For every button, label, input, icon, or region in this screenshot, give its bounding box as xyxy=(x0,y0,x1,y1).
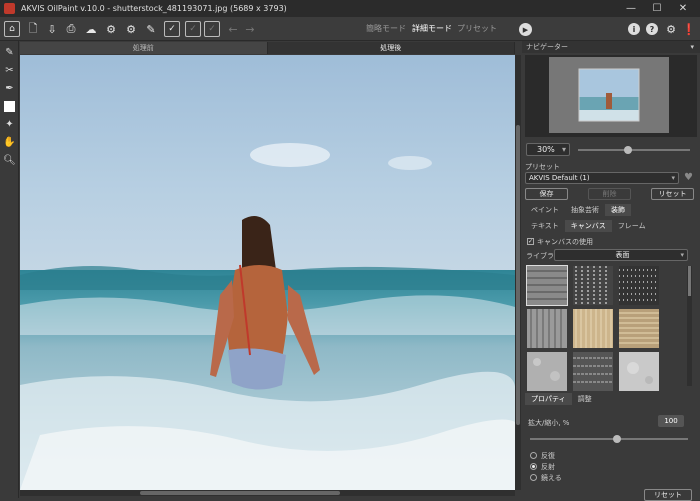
stroke-tool-icon[interactable]: ✂ xyxy=(2,63,17,78)
zoom-row: 30% ▾ xyxy=(526,143,696,157)
preset-select[interactable]: AKVIS Default (1) ▾ xyxy=(525,172,679,184)
main-toolbar: ⌂ 🗋 ⇩ ⎙ ☁ ⚙ ⚙ ✎ ✓ ✓ ✓ ← → 簡略モード 詳細モード プリ… xyxy=(0,17,700,41)
navigator-thumbnail xyxy=(549,57,669,133)
apply-check-disabled-icon[interactable]: ✓ xyxy=(204,21,220,37)
settings-canvas-icon[interactable]: ✓ xyxy=(164,21,180,37)
decoration-sub-tabs: テキスト キャンバス フレーム xyxy=(525,220,652,232)
navigator-title: ナビゲーター xyxy=(526,43,568,51)
batch-icon[interactable]: ⚙ xyxy=(103,21,119,37)
open-file-icon[interactable]: 🗋 xyxy=(25,21,41,37)
tab-text[interactable]: テキスト xyxy=(525,220,565,232)
scale-label: 拡大/縮小, % xyxy=(528,419,570,427)
tool-palette: ✎ ✂ ✒ ✦ ✋ 🔍︎ xyxy=(0,41,19,498)
presets-mode-tab[interactable]: プリセット xyxy=(457,23,497,34)
favorite-heart-icon[interactable]: ♥ xyxy=(684,172,693,183)
tab-adjust[interactable]: 調整 xyxy=(571,393,598,405)
texture-swatch[interactable] xyxy=(573,352,613,391)
view-tabs: 処理前 処理後 xyxy=(20,42,515,54)
print-icon[interactable]: ⎙ xyxy=(63,21,79,37)
radio-reflect[interactable] xyxy=(530,463,537,470)
radio-mirror[interactable] xyxy=(530,474,537,481)
tab-before[interactable]: 処理前 xyxy=(20,42,268,54)
texture-swatch[interactable] xyxy=(527,309,567,348)
library-select[interactable]: 表面 ▾ xyxy=(554,249,688,261)
help-icon[interactable]: ? xyxy=(646,23,658,35)
gear-icon[interactable]: ⚙ xyxy=(663,21,679,37)
notifications-icon[interactable]: ❗ xyxy=(681,21,697,37)
color-swatch[interactable] xyxy=(2,99,17,114)
delete-preset-button[interactable]: 削除 xyxy=(588,188,631,200)
use-canvas-checkbox[interactable]: ✓ xyxy=(527,238,534,245)
texture-scrollbar[interactable] xyxy=(687,266,692,386)
main-effect-tabs: ペイント 抽象芸術 装飾 xyxy=(525,204,631,216)
canvas-horizontal-scrollbar[interactable] xyxy=(20,490,515,496)
scale-slider-handle[interactable] xyxy=(612,435,621,443)
texture-swatch[interactable] xyxy=(573,309,613,348)
run-icon[interactable]: ▶ xyxy=(519,23,532,36)
texture-swatch[interactable] xyxy=(619,352,659,391)
texture-swatch[interactable] xyxy=(619,309,659,348)
reset-settings-button[interactable]: リセット xyxy=(644,489,692,501)
tab-canvas[interactable]: キャンバス xyxy=(564,220,612,232)
tab-frame[interactable]: フレーム xyxy=(611,220,652,232)
settings-panel: ナビゲーター ▾ 30% ▾ プリセット AKVIS Default (1) ▾ ♥… xyxy=(522,41,700,501)
apply-disabled-icon[interactable]: ✓ xyxy=(185,21,201,37)
app-logo-icon xyxy=(4,3,15,14)
eyedropper-tool-icon[interactable]: ✒ xyxy=(2,81,17,96)
express-mode-tab[interactable]: 簡略モード xyxy=(366,23,406,34)
redo-icon[interactable]: → xyxy=(242,21,258,37)
scale-slider-track[interactable] xyxy=(530,438,688,440)
texture-swatch[interactable] xyxy=(573,266,613,305)
tab-properties[interactable]: プロパティ xyxy=(525,393,572,405)
tab-after[interactable]: 処理後 xyxy=(267,42,515,54)
painted-photo xyxy=(20,55,515,490)
hand-tool-icon[interactable]: ✋ xyxy=(2,135,17,150)
texture-swatch[interactable] xyxy=(619,266,659,305)
radio-repeat-label: 反復 xyxy=(541,452,555,460)
navigator-preview[interactable] xyxy=(525,55,697,137)
canvas-vertical-scrollbar[interactable] xyxy=(515,55,521,490)
home-icon[interactable]: ⌂ xyxy=(4,21,20,37)
close-button[interactable]: ✕ xyxy=(670,0,696,17)
use-canvas-label: キャンバスの使用 xyxy=(537,238,593,246)
property-tabs: プロパティ 調整 xyxy=(525,393,598,405)
texture-grid xyxy=(526,265,684,391)
info-icon[interactable]: i xyxy=(628,23,640,35)
zoom-select[interactable]: 30% ▾ xyxy=(526,143,570,156)
reset-preset-button[interactable]: リセット xyxy=(651,188,694,200)
tab-abstract[interactable]: 抽象芸術 xyxy=(565,204,605,216)
plugin-icon[interactable]: ⚙ xyxy=(123,21,139,37)
presets-label: プリセット xyxy=(525,163,560,171)
brush-icon[interactable]: ✎ xyxy=(143,21,159,37)
paint-brush-tool-icon[interactable]: ✎ xyxy=(2,45,17,60)
cloud-share-icon[interactable]: ☁ xyxy=(83,21,99,37)
radio-reflect-label: 反射 xyxy=(541,463,555,471)
minimize-button[interactable]: — xyxy=(618,0,644,17)
texture-swatch[interactable] xyxy=(526,265,568,306)
advanced-mode-tab[interactable]: 詳細モード xyxy=(412,23,452,34)
save-file-icon[interactable]: ⇩ xyxy=(44,21,60,37)
decoration-tool-icon[interactable]: ✦ xyxy=(2,117,17,132)
title-bar: AKVIS OilPaint v.10.0 - shutterstock_481… xyxy=(0,0,700,17)
radio-mirror-label: 鏡える xyxy=(541,474,562,482)
window-title: AKVIS OilPaint v.10.0 - shutterstock_481… xyxy=(21,4,287,13)
radio-repeat[interactable] xyxy=(530,452,537,459)
texture-swatch[interactable] xyxy=(527,352,567,391)
chevron-down-icon[interactable]: ▾ xyxy=(690,41,694,53)
undo-icon[interactable]: ← xyxy=(225,21,241,37)
navigator-header: ナビゲーター ▾ xyxy=(522,41,700,53)
zoom-slider-handle[interactable] xyxy=(624,146,633,154)
zoom-tool-icon[interactable]: 🔍︎ xyxy=(2,153,17,168)
maximize-button[interactable]: ☐ xyxy=(644,0,670,17)
image-canvas[interactable] xyxy=(20,55,515,490)
tab-decoration[interactable]: 装飾 xyxy=(605,204,631,216)
scale-value-field[interactable]: 100 xyxy=(658,415,684,427)
zoom-slider-track[interactable] xyxy=(578,149,690,151)
save-preset-button[interactable]: 保存 xyxy=(525,188,568,200)
tab-paint[interactable]: ペイント xyxy=(525,204,565,216)
